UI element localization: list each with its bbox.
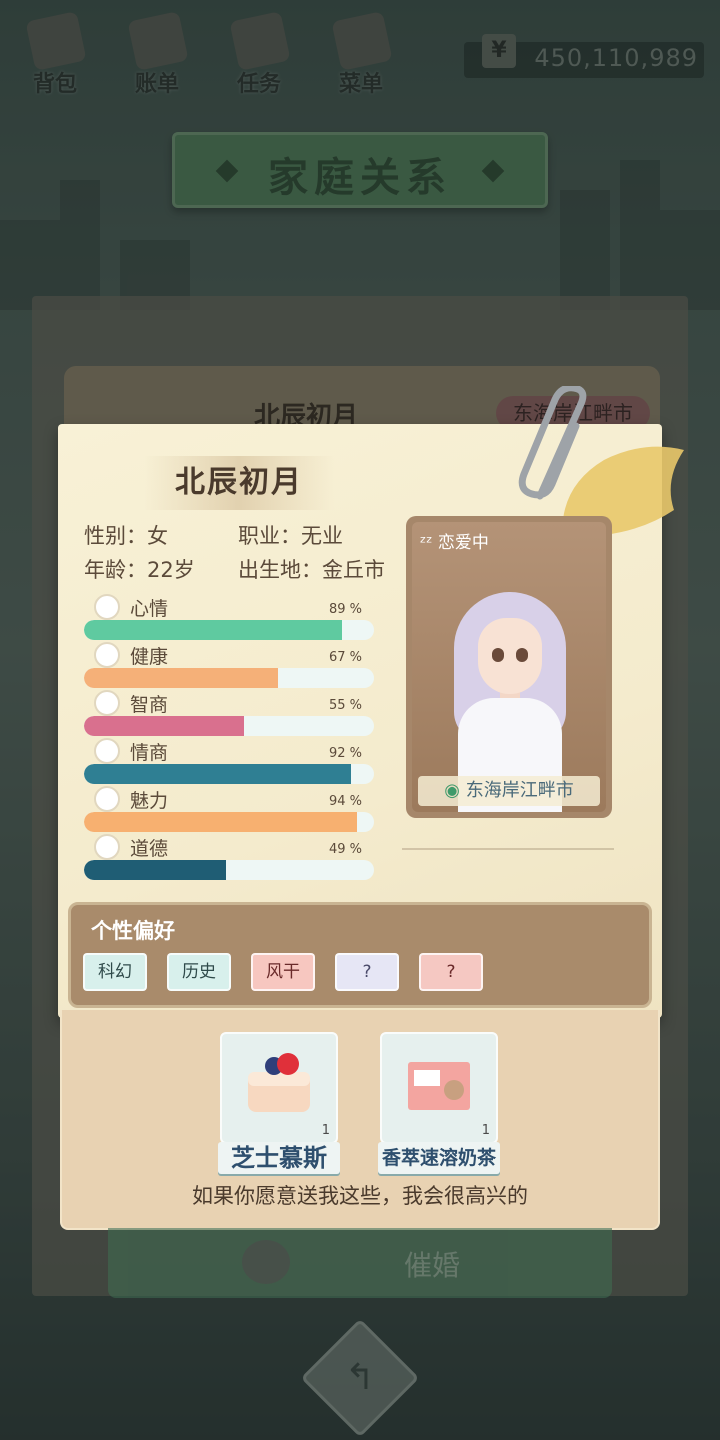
urge-marriage-button[interactable]: 催婚 [108,1228,612,1298]
smile-icon [94,594,120,620]
preference-tag-unknown[interactable]: ? [419,953,483,991]
sleep-zzz-icon: ᶻᶻ [420,533,438,553]
stat-percent: 92 % [328,746,362,761]
stat-bar [84,860,374,880]
sparkle-icon [94,786,120,812]
stat-percent: 49 % [328,842,362,857]
gift-count: 1 [321,1123,330,1138]
return-arrow-icon: ↰ [344,1357,376,1398]
job-label: 职业：无业 [238,524,343,548]
gift-name: 芝士慕斯 [218,1142,340,1174]
preference-tag[interactable]: 科幻 [83,953,147,991]
stat-percent: 94 % [328,794,362,809]
gender-label: 性别：女 [84,524,168,548]
divider [402,848,614,850]
profile-name-box: 北辰初月 [144,456,334,510]
profile-card: 北辰初月 性别：女 职业：无业 年龄：22岁 出生地：金丘市 心情 89 % 健… [58,386,684,1018]
stat-bar-fill [84,764,351,784]
age-label: 年龄：22岁 [84,558,195,582]
stat-name: 魅力 [130,790,169,812]
urge-marriage-label: 催婚 [404,1249,461,1282]
stat-bar [84,764,374,784]
stat-name: 道德 [130,838,169,860]
stat-percent: 55 % [328,698,362,713]
stat-name: 健康 [130,646,169,668]
preference-tag[interactable]: 历史 [167,953,231,991]
preference-tag-unknown[interactable]: ? [335,953,399,991]
stat-row: 智商 55 % [84,690,374,744]
heart-icon [94,642,120,668]
preference-tag[interactable]: 风干 [251,953,315,991]
portrait-frame: ᶻᶻ 恋爱中 ◉ 东海岸江畔市 [412,522,606,812]
relationship-status-text: 恋爱中 [437,533,489,553]
bulb-icon [94,690,120,716]
stat-row: 道德 49 % [84,834,374,888]
apple-icon [94,738,120,764]
stat-bar-fill [84,668,279,688]
stat-row: 魅力 94 % [84,786,374,840]
stat-name: 智商 [130,694,169,716]
stat-bar-fill [84,860,227,880]
stat-row: 健康 67 % [84,642,374,696]
gift-item[interactable]: 1 芝士慕斯 [218,1032,340,1174]
gender-chat-icon [242,1240,290,1284]
stat-bar [84,620,374,640]
gift-message: 如果你愿意送我这些，我会很高兴的 [192,1184,528,1208]
stat-percent: 67 % [328,650,362,665]
location-pin-icon: ◉ [444,780,466,801]
stat-bar-fill [84,716,244,736]
gift-item[interactable]: 1 香萃速溶奶茶 [378,1032,500,1174]
stat-row: 心情 89 % [84,594,374,648]
preferences-title: 个性偏好 [91,919,175,943]
stat-bar [84,716,374,736]
birthplace-label: 出生地：金丘市 [238,558,385,582]
stat-bar [84,812,374,832]
stat-row: 情商 92 % [84,738,374,792]
character-eye [492,648,504,662]
character-face [478,618,542,694]
gift-panel: 1 芝士慕斯 1 香萃速溶奶茶 如果你愿意送我这些，我会很高兴的 [60,1010,660,1230]
profile-name: 北辰初月 [175,465,303,500]
relationship-status: ᶻᶻ 恋爱中 [420,528,489,553]
stat-percent: 89 % [328,602,362,617]
stat-name: 情商 [130,742,169,764]
scale-icon [94,834,120,860]
portrait-location: ◉ 东海岸江畔市 [418,776,600,806]
milk-tea-box-icon [408,1062,470,1110]
cheese-mousse-icon [248,1053,310,1112]
character-eye [516,648,528,662]
stat-bar-fill [84,812,357,832]
portrait-location-text: 东海岸江畔市 [465,780,574,801]
stat-name: 心情 [130,598,169,620]
gift-count: 1 [481,1123,490,1138]
stat-bar [84,668,374,688]
preferences-box: 个性偏好 科幻 历史 风干 ? ? [68,902,652,1008]
stat-bar-fill [84,620,343,640]
character-portrait: ᶻᶻ 恋爱中 ◉ 东海岸江畔市 [406,516,612,818]
gift-name: 香萃速溶奶茶 [378,1142,500,1174]
